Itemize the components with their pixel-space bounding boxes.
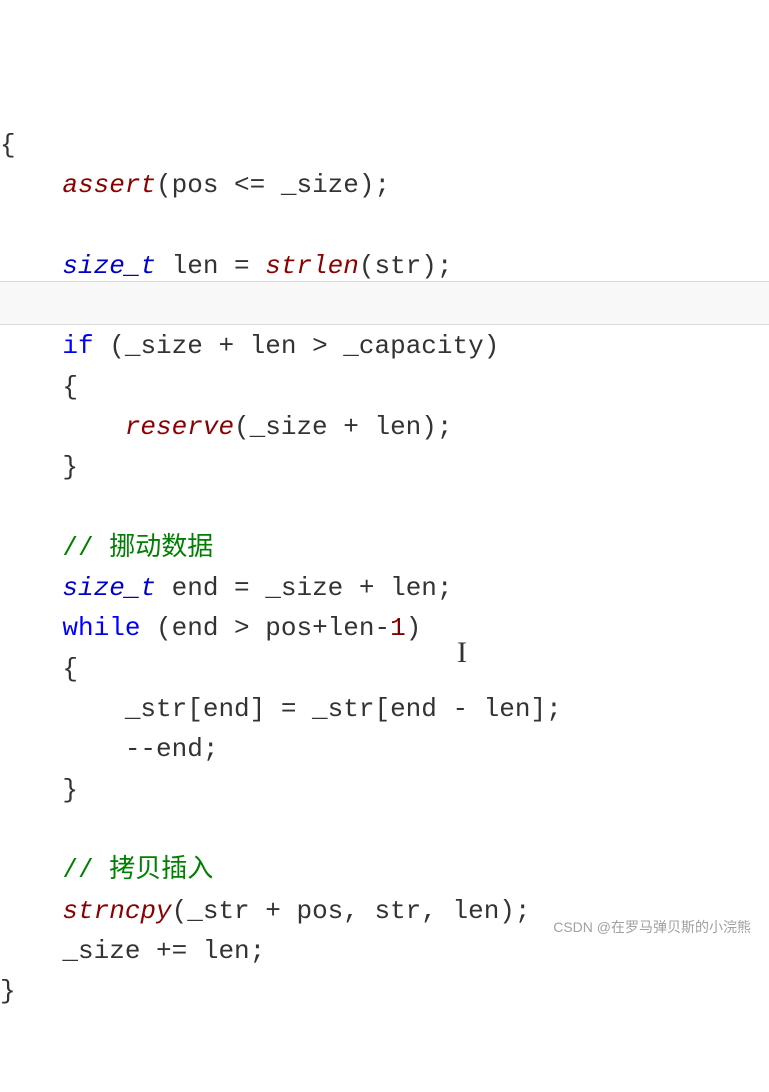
code-text: _str[end] = _str[end - len]; [125, 694, 562, 724]
code-text: end = _size + len; [156, 573, 452, 603]
func-assert: assert [62, 170, 156, 200]
code-text: (end > pos+len- [140, 613, 390, 643]
code-text: (_str + pos, str, len); [172, 896, 531, 926]
brace-close: } [0, 976, 16, 1006]
watermark-text: CSDN @在罗马弹贝斯的小浣熊 [553, 917, 751, 939]
code-block: { assert(pos <= _size); size_t len = str… [0, 121, 769, 1012]
code-text: _size += len; [62, 936, 265, 966]
code-text: (str); [359, 251, 453, 281]
code-text: ) [406, 613, 422, 643]
brace: } [62, 775, 78, 805]
type-size_t: size_t [62, 251, 156, 281]
keyword-while: while [62, 613, 140, 643]
keyword-if: if [62, 331, 93, 361]
text-cursor-icon: I [457, 630, 467, 677]
code-text: --end; [125, 734, 219, 764]
brace: { [62, 372, 78, 402]
func-reserve: reserve [125, 412, 234, 442]
number-literal: 1 [390, 613, 406, 643]
type-size_t: size_t [62, 573, 156, 603]
code-text: (_size + len); [234, 412, 452, 442]
code-text: (pos <= _size); [156, 170, 390, 200]
brace: { [62, 654, 78, 684]
func-strlen: strlen [265, 251, 359, 281]
code-text: (_size + len > _capacity) [94, 331, 500, 361]
code-text: len = [156, 251, 265, 281]
func-strncpy: strncpy [62, 896, 171, 926]
brace-open: { [0, 130, 16, 160]
brace: } [62, 452, 78, 482]
comment-copy-insert: // 拷贝插入 [62, 855, 213, 885]
comment-move-data: // 挪动数据 [62, 533, 213, 563]
